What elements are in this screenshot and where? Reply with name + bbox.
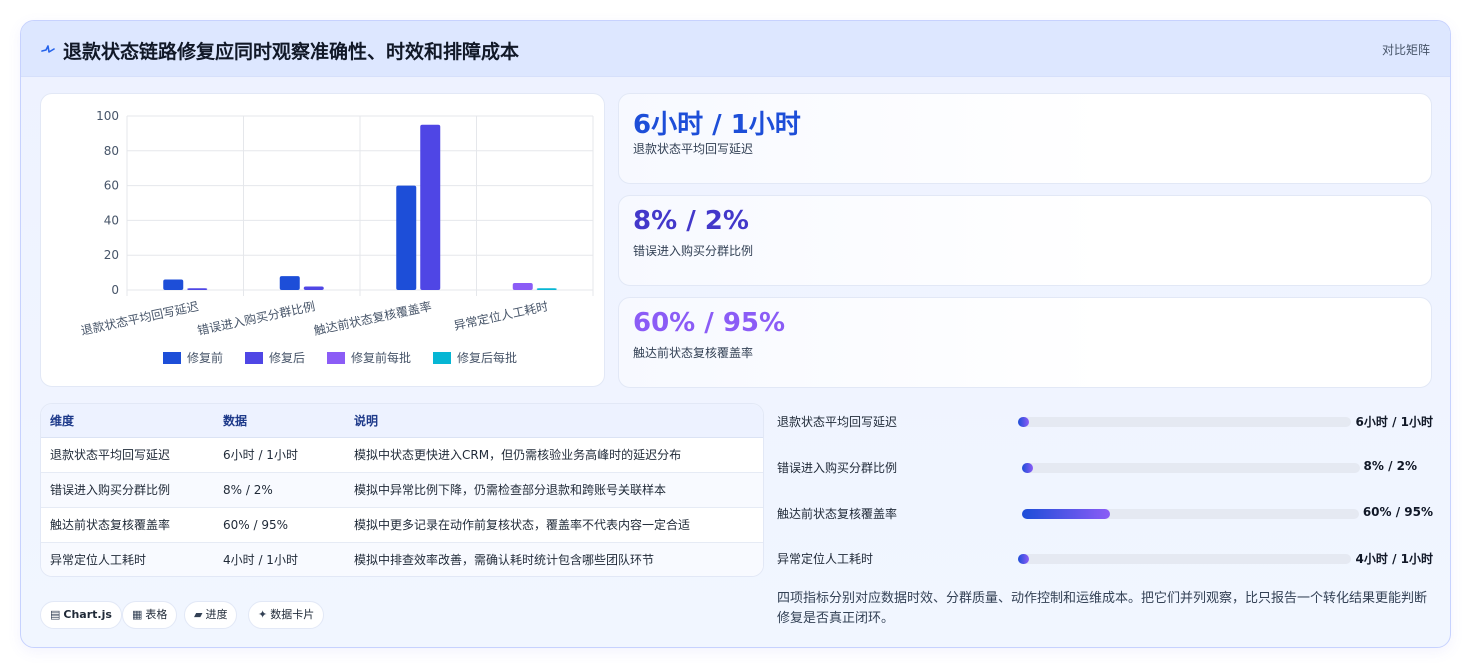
chip-label: 数据卡片 [270,608,315,621]
bar [187,288,208,290]
table-cell: 异常定位人工耗时 [41,542,214,576]
chip-label: 进度 [205,608,228,621]
page-title: 退款状态链路修复应同时观察准确性、时效和排障成本 [63,41,520,63]
y-tick-label: 100 [96,109,119,123]
sparkle-icon: ✦ [258,608,268,621]
progress-track [1022,509,1359,519]
progress-row-manual-time: 异常定位人工耗时 4小时 / 1小时 [777,548,1433,568]
x-tick-label: 错误进入购买分群比例 [196,298,317,338]
table-cell: 60% / 95% [214,507,345,543]
progress-track [1018,554,1351,564]
progress-fill [1018,554,1029,564]
progress-track [1018,417,1351,427]
metrics-table: 维度 数据 说明 退款状态平均回写延迟 6小时 / 1小时 模拟中状态更快进入C… [41,404,763,576]
table-cell: 模拟中更多记录在动作前复核状态，覆盖率不代表内容一定合适 [345,507,763,543]
x-tick-label: 触达前状态复核覆盖率 [312,298,433,338]
table-cell: 模拟中排查效率改善，需确认耗时统计包含哪些团队环节 [345,542,763,576]
metrics-table-card: 维度 数据 说明 退款状态平均回写延迟 6小时 / 1小时 模拟中状态更快进入C… [40,403,764,577]
progress-label: 异常定位人工耗时 [777,552,874,566]
table-row: 错误进入购买分群比例 8% / 2% 模拟中异常比例下降，仍需检查部分退款和跨账… [41,472,763,508]
kpi-value: 8% / 2% [633,206,749,236]
progress-fill [1018,417,1029,427]
view-tag: 对比矩阵 [1381,43,1430,57]
kpi-value: 60% / 95% [633,308,786,338]
chip-data-card[interactable]: ✦ 数据卡片 [248,601,325,629]
y-tick-label: 60 [104,179,119,193]
panel-header: 退款状态链路修复应同时观察准确性、时效和排障成本 对比矩阵 [21,21,1450,77]
bar [512,283,533,290]
legend-swatch [163,352,181,364]
y-tick-label: 20 [104,248,119,262]
bar [279,276,300,290]
legend-swatch [327,352,345,364]
chip-table[interactable]: ▦ 表格 [122,601,178,629]
bar [536,288,557,290]
bar [396,185,417,290]
table-icon: ▦ [132,608,143,621]
legend-label: 修复后 [269,350,305,365]
kpi-label: 退款状态平均回写延迟 [633,142,754,156]
kpi-label: 错误进入购买分群比例 [633,244,754,258]
progress-label: 退款状态平均回写延迟 [777,415,898,429]
table-cell: 6小时 / 1小时 [214,437,345,473]
x-tick-label: 异常定位人工耗时 [452,298,549,333]
y-tick-label: 0 [111,283,119,297]
table-header-row: 维度 数据 说明 [41,404,763,438]
progress-row-coverage: 触达前状态复核覆盖率 60% / 95% [777,503,1433,523]
table-cell: 4小时 / 1小时 [214,542,345,576]
bar [303,286,324,290]
table-cell: 模拟中异常比例下降，仍需检查部分退款和跨账号关联样本 [345,472,763,508]
chart-icon: ▤ [50,608,61,621]
summary-text: 四项指标分别对应数据时效、分群质量、动作控制和运维成本。把它们并列观察，比只报告… [777,591,1428,626]
bar [163,279,184,290]
chip-label: Chart.js [63,608,112,621]
table-cell: 退款状态平均回写延迟 [41,437,214,473]
table-cell: 错误进入购买分群比例 [41,472,214,508]
progress-value: 4小时 / 1小时 [1355,552,1433,566]
table-row: 退款状态平均回写延迟 6小时 / 1小时 模拟中状态更快进入CRM，但仍需核验业… [41,437,763,473]
progress-track [1022,463,1360,473]
progress-row-error-rate: 错误进入购买分群比例 8% / 2% [777,457,1433,477]
bar-chart-card: 0 20 40 60 80 100 退款状态平均回写延迟 错误进入购买分群比例 触达前状态复核覆… [40,93,605,387]
progress-label: 触达前状态复核覆盖率 [777,507,898,521]
table-row: 异常定位人工耗时 4小时 / 1小时 模拟中排查效率改善，需确认耗时统计包含哪些… [41,542,763,576]
kpi-card-error-rate: 8% / 2% 错误进入购买分群比例 [618,195,1432,286]
progress-icon: ▰ [194,608,203,621]
table-cell: 模拟中状态更快进入CRM，但仍需核验业务高峰时的延迟分布 [345,437,763,473]
table-row: 触达前状态复核覆盖率 60% / 95% 模拟中更多记录在动作前复核状态，覆盖率… [41,507,763,543]
chip-label: 表格 [145,608,168,621]
progress-value: 8% / 2% [1363,459,1417,473]
legend-label: 修复后每批 [457,350,517,365]
kpi-value: 6小时 / 1小时 [633,110,801,140]
table-cell: 触达前状态复核覆盖率 [41,507,214,543]
comparison-panel: 退款状态链路修复应同时观察准确性、时效和排障成本 对比矩阵 0 20 40 60 80 1… [20,20,1451,648]
y-tick-label: 80 [104,144,119,158]
column-header: 维度 [41,404,214,438]
legend-swatch [245,352,263,364]
progress-value: 60% / 95% [1362,505,1433,519]
pulse-icon [41,45,55,53]
bar [420,124,441,290]
table-cell: 8% / 2% [214,472,345,508]
legend-label: 修复前每批 [351,350,411,365]
progress-value: 6小时 / 1小时 [1355,415,1433,429]
progress-row-latency: 退款状态平均回写延迟 6小时 / 1小时 [777,411,1433,431]
progress-label: 错误进入购买分群比例 [777,461,898,475]
bar-chart: 0 20 40 60 80 100 退款状态平均回写延迟错误进入购买分群比例触达前状态复核覆… [80,109,594,365]
column-header: 数据 [214,404,345,438]
progress-fill [1022,463,1033,473]
column-header: 说明 [345,404,763,438]
kpi-card-coverage: 60% / 95% 触达前状态复核覆盖率 [618,297,1432,388]
progress-fill [1022,509,1110,519]
kpi-label: 触达前状态复核覆盖率 [633,346,754,360]
chip-chartjs[interactable]: ▤ Chart.js [40,601,122,629]
legend-label: 修复前 [187,350,223,365]
x-tick-label: 退款状态平均回写延迟 [80,299,200,338]
legend-swatch [433,352,451,364]
chip-progress[interactable]: ▰ 进度 [184,601,238,629]
y-tick-label: 40 [104,213,119,227]
kpi-card-latency: 6小时 / 1小时 退款状态平均回写延迟 [618,93,1432,184]
